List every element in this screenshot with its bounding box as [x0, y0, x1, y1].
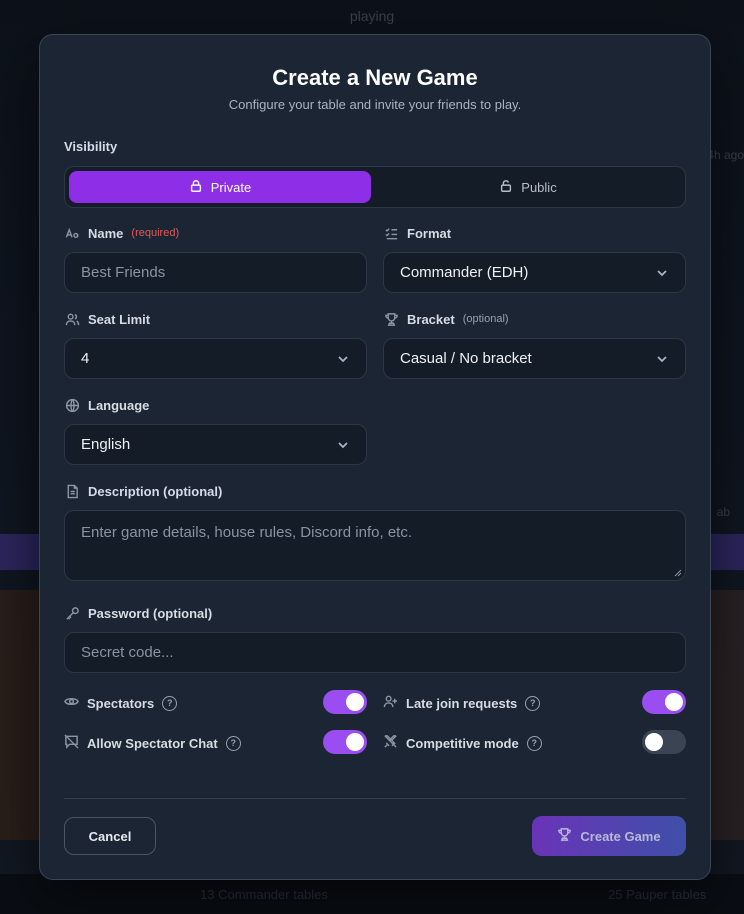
spectator-chat-label: Allow Spectator Chat [87, 735, 218, 751]
late-join-label: Late join requests [406, 695, 518, 711]
chevron-down-icon [655, 352, 669, 366]
create-game-button[interactable]: Create Game [532, 816, 686, 856]
bracket-select[interactable]: Casual / No bracket [383, 338, 686, 379]
language-label: Language [64, 397, 149, 413]
format-label-text: Format [407, 225, 452, 241]
late-join-row: Late join requests ? [383, 694, 541, 712]
user-plus-icon [383, 694, 398, 712]
background-card [710, 590, 744, 840]
description-label-text: Description (optional) [88, 483, 223, 499]
format-select[interactable]: Commander (EDH) [383, 252, 686, 293]
visibility-public-button[interactable]: Public [377, 171, 679, 203]
create-game-label: Create Game [580, 828, 661, 844]
visibility-private-label: Private [210, 179, 252, 195]
chevron-down-icon [336, 438, 350, 452]
competitive-row: Competitive mode ? [383, 734, 542, 752]
modal-title: Create a New Game [272, 65, 478, 90]
background-footer-left: 13 Commander tables [200, 887, 328, 902]
list-check-icon [383, 225, 399, 241]
create-game-modal: Create a New Game Configure your table a… [39, 34, 711, 880]
trophy-icon [557, 827, 572, 845]
competitive-label: Competitive mode [406, 735, 519, 751]
competitive-toggle[interactable] [642, 730, 686, 754]
name-field [64, 252, 367, 293]
eye-icon [64, 694, 79, 712]
name-label-text: Name [88, 225, 124, 241]
help-icon[interactable]: ? [225, 735, 241, 751]
help-icon[interactable]: ? [162, 695, 178, 711]
toggle-knob [346, 693, 364, 711]
trophy-icon [383, 311, 399, 327]
modal-subtitle: Configure your table and invite your fri… [228, 97, 522, 112]
visibility-toggle: Private Public [64, 166, 686, 208]
unlock-icon [499, 179, 513, 196]
chat-off-icon [64, 734, 79, 752]
lock-icon [189, 179, 203, 196]
late-join-toggle[interactable] [642, 690, 686, 714]
password-label: Password (optional) [64, 605, 212, 621]
description-label: Description (optional) [64, 483, 222, 499]
visibility-label: Visibility [64, 139, 117, 154]
seat-limit-label-text: Seat Limit [88, 311, 151, 327]
swords-icon [383, 734, 398, 752]
spectators-label: Spectators [87, 695, 155, 711]
toggle-knob [645, 733, 663, 751]
description-textarea[interactable] [81, 523, 669, 573]
language-value: English [81, 436, 131, 453]
chevron-down-icon [336, 352, 350, 366]
toggle-knob [346, 733, 364, 751]
toggle-knob [665, 693, 683, 711]
background-side-text: ab [716, 505, 730, 519]
format-value: Commander (EDH) [400, 264, 529, 281]
background-side-text: 4h ago [707, 148, 744, 162]
resize-grip-icon[interactable] [674, 569, 682, 577]
footer-divider [64, 798, 686, 799]
help-icon[interactable]: ? [526, 735, 542, 751]
spectator-chat-row: Allow Spectator Chat ? [64, 734, 241, 752]
help-icon[interactable]: ? [525, 695, 541, 711]
users-icon [64, 311, 80, 327]
background-footer: 13 Commander tables 25 Pauper tables [0, 874, 744, 914]
bracket-label: Bracket (optional) [383, 311, 509, 327]
key-icon [64, 605, 80, 621]
chevron-down-icon [655, 266, 669, 280]
password-label-text: Password (optional) [88, 605, 213, 621]
seat-limit-label: Seat Limit [64, 311, 150, 327]
document-icon [64, 483, 80, 499]
seat-limit-select[interactable]: 4 [64, 338, 367, 379]
name-required-note: (required) [131, 227, 180, 239]
description-field [64, 510, 686, 581]
seat-limit-value: 4 [81, 350, 90, 367]
visibility-label-text: Visibility [64, 139, 118, 154]
background-title: playing [349, 8, 395, 24]
spectators-row: Spectators ? [64, 694, 178, 712]
cancel-button[interactable]: Cancel [64, 817, 156, 855]
globe-icon [64, 397, 80, 413]
spectators-toggle[interactable] [323, 690, 367, 714]
visibility-private-button[interactable]: Private [69, 171, 371, 203]
language-select[interactable]: English [64, 424, 367, 465]
spectator-chat-toggle[interactable] [323, 730, 367, 754]
text-icon [64, 225, 80, 241]
name-label: Name (required) [64, 225, 179, 241]
bracket-value: Casual / No bracket [400, 350, 532, 367]
background-footer-right: 25 Pauper tables [608, 887, 707, 902]
bracket-optional-note: (optional) [462, 313, 509, 325]
name-input[interactable] [81, 264, 350, 281]
language-label-text: Language [88, 397, 150, 413]
background-card [0, 590, 40, 840]
password-input[interactable] [81, 644, 669, 661]
password-field [64, 632, 686, 673]
visibility-public-label: Public [521, 179, 557, 195]
format-label: Format [383, 225, 451, 241]
bracket-label-text: Bracket [407, 311, 455, 327]
